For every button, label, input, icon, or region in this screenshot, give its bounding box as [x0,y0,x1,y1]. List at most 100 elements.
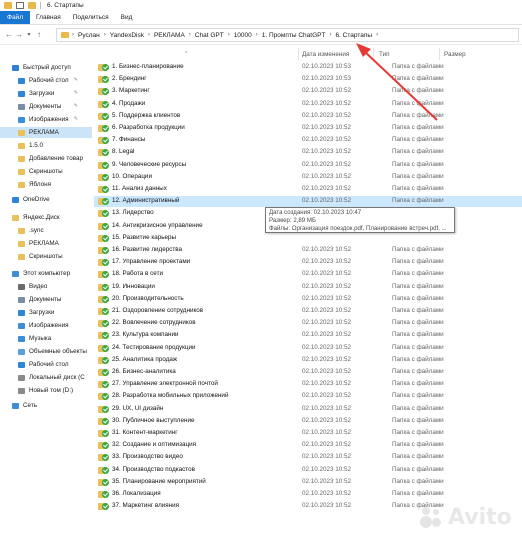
tab-home[interactable]: Главная [30,11,67,24]
sidebar-item[interactable]: РЕКЛАМА [0,238,92,249]
column-header-type[interactable]: Тип [379,48,390,60]
file-row[interactable]: 19. Инновации 02.10.2023 10:52 Папка с фай… [94,282,522,293]
file-row[interactable]: 33. Производство видео 02.10.2023 10:52 Па… [94,452,522,463]
file-row[interactable]: 24. Тестирование продукции 02.10.2023 10:… [94,343,522,354]
chevron-right-icon[interactable]: › [329,32,331,38]
sidebar-item[interactable]: Загрузки ✎ [0,88,92,99]
file-row[interactable]: 1. Бизнес-планирование 02.10.2023 10:53 Па… [94,62,522,73]
sidebar-item[interactable]: Новый том (D:) [0,385,92,396]
column-header-size[interactable]: Размер [444,48,466,60]
file-row[interactable]: 17. Управление проектами 02.10.2023 10:52… [94,257,522,268]
file-row[interactable]: 10. Операции 02.10.2023 10:52 Папка с файл… [94,172,522,183]
file-row[interactable]: 25. Аналитика продаж 02.10.2023 10:52 Папк… [94,355,522,366]
pin-icon[interactable]: ✎ [74,116,78,122]
column-divider[interactable] [298,48,299,60]
sidebar-item[interactable]: 1.5.0 [0,140,92,151]
breadcrumb-item[interactable]: 1. Промпты ChatGPT [262,32,326,39]
file-row[interactable]: 16. Развитие лидерства 02.10.2023 10:52 Па… [94,245,522,256]
forward-icon[interactable]: → [14,30,24,39]
file-row[interactable]: 12. Административный 02.10.2023 10:52 Папк… [94,196,522,208]
sidebar-item[interactable]: Изображения [0,320,92,331]
file-row[interactable]: 31. Контент-маркетинг 02.10.2023 10:52 Пап… [94,428,522,439]
sidebar-item[interactable]: Объемные объекты [0,346,92,357]
pin-icon[interactable]: ✎ [74,90,78,96]
file-row[interactable]: 11. Анализ данных 02.10.2023 10:52 Папка с… [94,184,522,195]
sidebar-item[interactable]: Сеть [0,400,92,411]
sidebar-item[interactable]: Этот компьютер [0,268,92,279]
sidebar-item[interactable]: Локальный диск (C [0,372,92,383]
file-row[interactable]: 9. Человеческие ресурсы 02.10.2023 10:52 П… [94,160,522,171]
up-icon[interactable]: ↑ [34,30,44,39]
file-row[interactable]: 5. Поддержка клиентов 02.10.2023 10:52 Пап… [94,111,522,122]
sidebar-item[interactable]: OneDrive [0,194,92,205]
sidebar-item[interactable]: Рабочий стол [0,359,92,370]
file-row[interactable]: 20. Производительность 02.10.2023 10:52 Па… [94,294,522,305]
file-row[interactable]: 34. Производство подкастов 02.10.2023 10:… [94,465,522,476]
column-divider[interactable] [373,48,374,60]
sidebar-item-label: Документы [29,296,62,303]
tab-share[interactable]: Поделиться [67,11,115,24]
file-row[interactable]: 28. Разработка мобильных приложений 02.10… [94,391,522,402]
sidebar-item[interactable]: Рабочий стол ✎ [0,75,92,86]
recent-locations-icon[interactable]: ▾ [24,31,34,38]
breadcrumb-item[interactable]: 10000 [234,32,252,39]
chevron-right-icon[interactable]: › [148,32,150,38]
sidebar-item[interactable]: Изображения ✎ [0,114,92,125]
sidebar-item[interactable]: Музыка [0,333,92,344]
file-row[interactable]: 4. Продажи 02.10.2023 10:52 Папка с файлам… [94,99,522,110]
sidebar-item[interactable]: Загрузки [0,307,92,318]
file-row[interactable]: 35. Планирование мероприятий 02.10.2023 1… [94,477,522,488]
sidebar-item[interactable]: Яндекс.Диск [0,212,92,223]
column-header-name[interactable]: ^ [115,48,187,60]
file-row[interactable]: 22. Вовлечение сотрудников 02.10.2023 10:… [94,318,522,329]
file-row[interactable]: 36. Локализация 02.10.2023 10:52 Папка с ф… [94,489,522,500]
file-row[interactable]: 15. Развитие карьеры [94,233,522,244]
chevron-right-icon[interactable]: › [376,32,378,38]
breadcrumb-item[interactable]: РЕКЛАМА [154,32,185,39]
address-bar[interactable]: › Руслан › YandexDisk › РЕКЛАМА › Chat G… [56,28,519,42]
chevron-right-icon[interactable]: › [256,32,258,38]
pin-icon[interactable]: ✎ [74,103,78,109]
breadcrumb-item[interactable]: YandexDisk [110,32,144,39]
file-row[interactable]: 26. Бизнес-аналитика 02.10.2023 10:52 Папк… [94,367,522,378]
file-row[interactable]: 32. Создание и оптимизация 02.10.2023 10:… [94,440,522,451]
sidebar-item[interactable]: Скриншоты [0,166,92,177]
sidebar-item[interactable]: .sync [0,225,92,236]
pin-icon[interactable]: ✎ [74,77,78,83]
chevron-right-icon[interactable]: › [189,32,191,38]
chevron-right-icon[interactable]: › [228,32,230,38]
file-row[interactable]: 6. Разработка продукции 02.10.2023 10:52 П… [94,123,522,134]
file-row[interactable]: 21. Оздоровление сотрудников 02.10.2023 1… [94,306,522,317]
sidebar-item[interactable]: РЕКЛАМА [0,127,92,138]
file-row[interactable]: 29. UX, UI дизайн 02.10.2023 10:52 Папка с… [94,404,522,415]
file-date: 02.10.2023 10:52 [302,87,352,95]
breadcrumb-current[interactable]: 6. Стартапы [335,32,372,39]
breadcrumb-item[interactable]: Chat GPT [195,32,224,39]
file-row[interactable]: 8. Legal 02.10.2023 10:52 Папка с файлами [94,147,522,158]
sidebar-item[interactable]: Добавление товар [0,153,92,164]
file-row[interactable]: 7. Финансы 02.10.2023 10:52 Папка с файлам… [94,135,522,146]
column-header-date[interactable]: Дата изменения [302,48,349,60]
sync-ok-icon [102,271,109,279]
file-row[interactable]: 3. Маркетинг 02.10.2023 10:52 Папка с файл… [94,86,522,97]
file-row[interactable]: 27. Управление электронной почтой 02.10.2… [94,379,522,390]
chevron-right-icon[interactable]: › [104,32,106,38]
sidebar-item[interactable]: Документы [0,294,92,305]
properties-icon[interactable] [16,2,24,9]
tab-file[interactable]: Файл [0,11,30,24]
tab-view[interactable]: Вид [115,11,139,24]
breadcrumb-item[interactable]: Руслан [78,32,100,39]
sidebar-item[interactable]: Яблоня [0,179,92,190]
file-row[interactable]: 23. Культура компании 02.10.2023 10:52 Пап… [94,330,522,341]
sidebar-item[interactable]: Документы ✎ [0,101,92,112]
file-row[interactable]: 18. Работа в сети 02.10.2023 10:52 Папка с… [94,269,522,280]
sidebar-item[interactable]: Скриншоты [0,251,92,262]
back-icon[interactable]: ← [4,30,14,39]
new-folder-icon[interactable] [28,2,36,9]
sidebar-item[interactable]: Видео [0,281,92,292]
file-type: Папка с файлами [392,75,444,83]
file-row[interactable]: 30. Публичное выступление 02.10.2023 10:5… [94,416,522,427]
file-row[interactable]: 2. Брендинг 02.10.2023 10:53 Папка с файла… [94,74,522,85]
sidebar-item[interactable]: Быстрый доступ [0,62,92,73]
column-divider[interactable] [439,48,440,60]
